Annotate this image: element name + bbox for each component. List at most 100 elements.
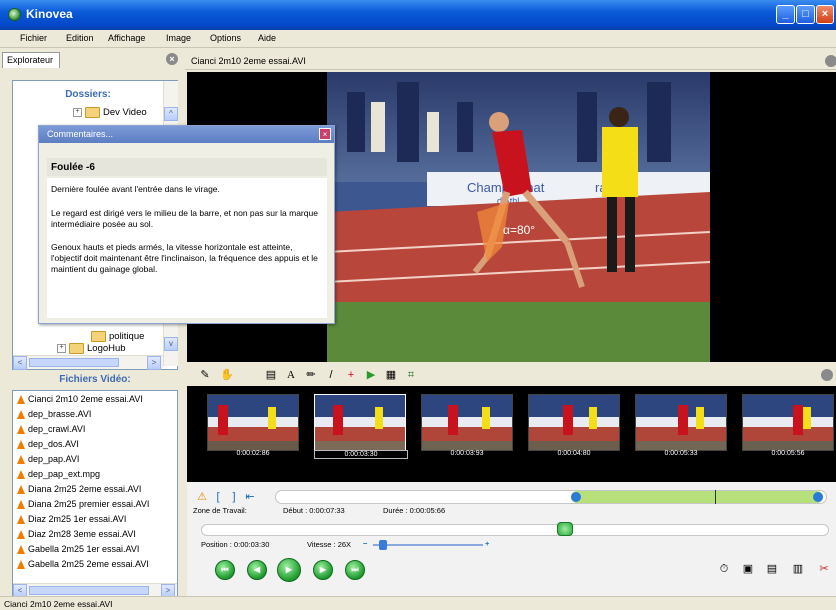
speed-label: Vitesse : 26X [307,540,352,549]
zone-start-handle[interactable] [571,492,581,502]
files-horizontal-scrollbar[interactable]: < > [13,583,177,598]
file-list-item[interactable]: dep_crawl.AVI [17,424,86,435]
export-video-icon[interactable]: ▤ [765,562,779,576]
scroll-up-icon[interactable]: ^ [164,107,178,121]
key-image-thumbnail[interactable] [635,394,727,451]
key-image-thumbnail[interactable] [528,394,620,451]
key-image-thumbnail[interactable] [421,394,513,451]
file-list-item[interactable]: dep_pap.AVI [17,454,79,465]
close-button[interactable]: × [816,5,834,24]
tree-horizontal-scrollbar[interactable]: < > [13,355,163,370]
tree-item-dev-video[interactable]: + Dev Video [73,107,147,118]
scroll-thumb[interactable] [29,586,149,595]
angle-icon[interactable]: ▶ [363,367,379,383]
svg-text:α=80°: α=80° [503,223,535,237]
bracket-end-icon[interactable]: ] [227,490,241,504]
scroll-right-icon[interactable]: > [147,356,161,370]
previous-icon: ◀ [253,565,261,574]
previous-frame-button[interactable]: ◀ [247,560,267,580]
key-image-thumbnail[interactable] [207,394,299,451]
file-list-item[interactable]: dep_brasse.AVI [17,409,91,420]
menu-options[interactable]: Options [210,33,241,43]
file-list-item[interactable]: dep_pap_ext.mpg [17,469,100,480]
scroll-left-icon[interactable]: < [13,356,27,370]
menu-aide[interactable]: Aide [258,33,276,43]
comment-icon[interactable]: ✎ [197,367,213,383]
vlc-cone-icon [17,500,25,510]
video-frame[interactable]: Championnat rance d'Athl α=80° [327,72,710,362]
vlc-cone-icon [17,470,25,480]
zone-end-handle[interactable] [813,492,823,502]
kinovea-logo-icon [8,8,21,21]
tree-item-politique[interactable]: politique [91,331,144,342]
file-name: dep_crawl.AVI [28,424,86,434]
dialog-titlebar[interactable]: Commentaires... × [39,126,334,143]
last-frame-button[interactable]: ⏭ [345,560,365,580]
tree-item-logohub[interactable]: + LogoHub [57,343,126,354]
vlc-cone-icon [17,440,25,450]
speed-plus-button[interactable]: + [485,539,489,548]
menu-image[interactable]: Image [166,33,191,43]
close-icon[interactable] [825,55,836,67]
close-icon[interactable]: × [166,53,178,65]
expand-icon[interactable]: + [57,344,66,353]
file-list-item[interactable]: Diana 2m25 2eme essai.AVI [17,484,142,495]
camera-icon[interactable]: ▣ [741,562,755,576]
file-list-item[interactable]: Diaz 2m28 3eme essai.AVI [17,529,136,540]
maximize-button[interactable]: □ [796,5,815,24]
key-image-thumbnail[interactable] [742,394,834,451]
menu-edition[interactable]: Edition [66,33,94,43]
file-list-item[interactable]: Diana 2m25 premier essai.AVI [17,499,149,510]
reset-zone-icon[interactable]: ⇤ [243,490,257,504]
minimize-button[interactable]: _ [776,5,795,24]
line-icon[interactable]: / [323,367,339,383]
speed-minus-button[interactable]: − [363,539,367,548]
timer-icon[interactable]: ⏱ [717,562,731,576]
hand-icon[interactable]: ✋ [219,367,235,383]
close-icon[interactable] [821,369,833,381]
next-frame-button[interactable]: ▶ [313,560,333,580]
play-button[interactable]: ▶ [277,558,301,582]
speed-handle[interactable] [379,540,387,550]
position-handle[interactable] [557,522,573,536]
video-files-list[interactable]: Cianci 2m10 2eme essai.AVI dep_brasse.AVI… [12,390,178,598]
speed-slider[interactable] [373,544,483,546]
text-tool-icon[interactable]: A [283,367,299,383]
chrono-icon[interactable]: ▦ [383,367,399,383]
first-frame-button[interactable]: ⏮ [215,560,235,580]
dialog-close-icon[interactable]: × [319,128,331,140]
file-list-item[interactable]: Diaz 2m25 1er essai.AVI [17,514,126,525]
menu-fichier[interactable]: Fichier [20,33,47,43]
file-list-item[interactable]: Gabella 2m25 2eme essai.AVI [17,559,149,570]
grid-icon[interactable]: ⌗ [403,367,419,383]
thumbnail-time: 0:00:03:30 [314,450,408,459]
filter-icon[interactable]: ▥ [791,562,805,576]
file-list-item[interactable]: Cianci 2m10 2eme essai.AVI [17,394,143,405]
dialog-title: Commentaires... [47,129,114,139]
file-list-item[interactable]: Gabella 2m25 1er essai.AVI [17,544,139,555]
pdf-export-icon[interactable]: ✂ [817,562,831,576]
window-titlebar[interactable]: Kinovea _ □ × [0,0,836,30]
cross-marker-icon[interactable]: + [343,367,359,383]
work-zone-selection[interactable] [571,491,823,503]
comments-dialog[interactable]: Commentaires... × Foulée -6 Dernière fou… [38,125,335,324]
key-images-strip: 0:00:02:86 0:00:03:30 0:00:03:93 0:00:04:80… [187,386,836,482]
tab-explorer[interactable]: Explorateur [2,52,60,68]
position-track[interactable] [201,524,829,536]
menu-affichage[interactable]: Affichage [108,33,145,43]
scroll-down-icon[interactable]: v [164,337,178,351]
vlc-cone-icon [17,410,25,420]
bracket-start-icon[interactable]: [ [211,490,225,504]
pencil-icon[interactable]: ✏ [303,367,319,383]
comment-text-area[interactable]: Dernière foulée avant l'entrée dans le v… [47,178,327,318]
work-zone-icon[interactable]: ⚠ [195,490,209,504]
thumbnail-time: 0:00:04:80 [557,450,591,457]
vlc-cone-icon [17,545,25,555]
file-name: Diana 2m25 2eme essai.AVI [28,484,142,494]
expand-icon[interactable]: + [73,108,82,117]
scroll-thumb[interactable] [29,358,119,367]
comment-paragraph: Le regard est dirigé vers le milieu de l… [51,208,318,229]
key-image-icon[interactable]: ▤ [263,367,279,383]
key-image-thumbnail[interactable] [314,394,406,451]
file-list-item[interactable]: dep_dos.AVI [17,439,79,450]
